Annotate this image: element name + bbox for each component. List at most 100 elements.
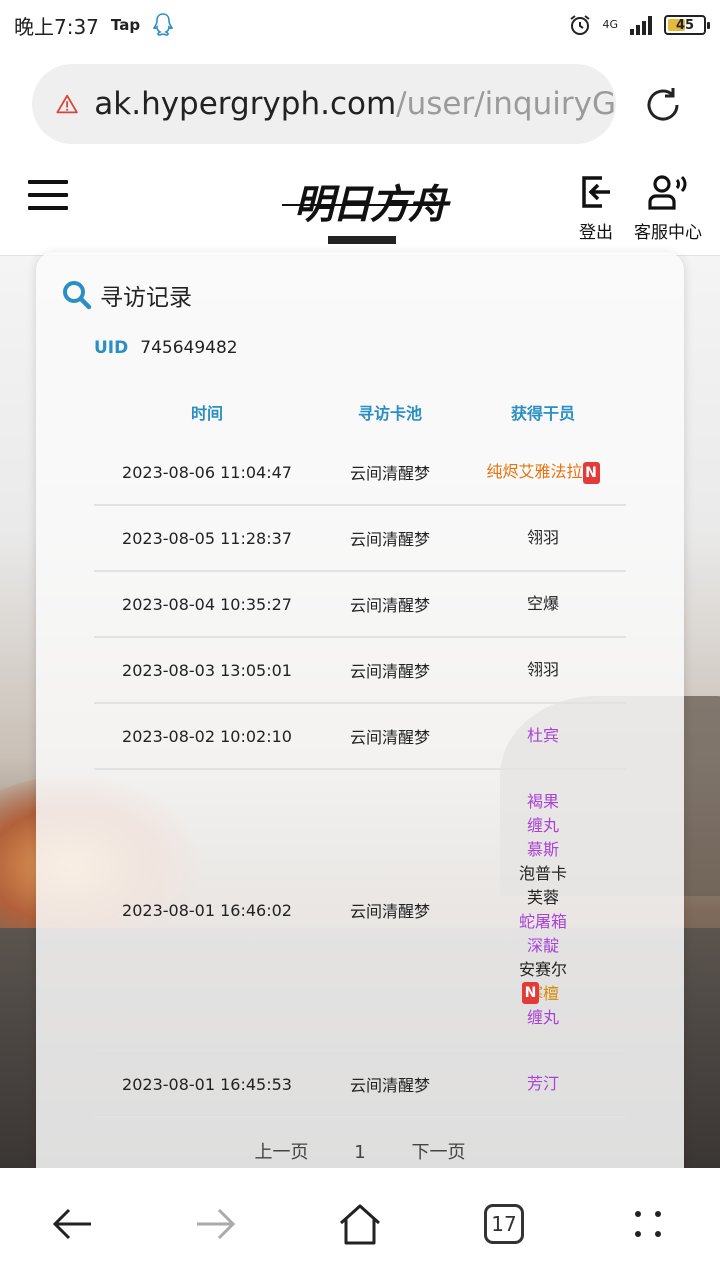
- new-badge: N: [522, 982, 539, 1004]
- home-button[interactable]: [334, 1198, 386, 1250]
- uid-label: UID: [94, 338, 129, 358]
- operator-entry: 杜宾: [527, 724, 559, 748]
- service-center-button[interactable]: 客服中心: [630, 172, 706, 243]
- logo-bar: [328, 236, 396, 244]
- back-button[interactable]: [46, 1198, 98, 1250]
- status-time: 晚上7:37: [14, 14, 99, 39]
- card-title: 寻访记录: [62, 278, 192, 312]
- site-header: 明日方舟 登出 客服中心: [0, 158, 720, 256]
- logout-label: 登出: [579, 223, 613, 243]
- operator-name: 褐果: [526, 792, 559, 811]
- battery-indicator: 45: [664, 15, 710, 35]
- record-pool: 云间清醒梦: [349, 662, 430, 681]
- prev-page-button[interactable]: 上一页: [255, 1142, 309, 1163]
- more-icon: [635, 1211, 661, 1237]
- operator-entry: 翎羽: [527, 526, 559, 550]
- gacha-record-card: 寻访记录 UID 745649482 时间 寻访卡池 获得干员 2023-08-…: [36, 252, 684, 1192]
- logout-icon: [582, 176, 610, 208]
- site-logo[interactable]: 明日方舟: [282, 170, 448, 248]
- operator-entry: 芙蓉: [527, 886, 559, 910]
- record-time: 2023-08-05 11:28:37: [122, 528, 292, 548]
- table-row: 2023-08-03 13:05:01 云间清醒梦 翎羽: [94, 638, 626, 704]
- signal-icon: [630, 16, 652, 35]
- home-icon: [339, 1204, 381, 1245]
- operator-entry: 褐果: [527, 790, 559, 814]
- warning-icon[interactable]: [56, 89, 78, 119]
- alarm-icon: [570, 15, 591, 35]
- operator-entry: 深靛: [527, 934, 559, 958]
- column-time: 时间: [190, 404, 223, 423]
- network-type: 4G: [602, 18, 618, 31]
- record-operators: 空爆: [460, 572, 626, 636]
- operator-entry: 寒檀 N: [522, 982, 559, 1006]
- record-time: 2023-08-03 13:05:01: [122, 660, 292, 680]
- uid-value: 745649482: [140, 338, 238, 358]
- back-icon: [52, 1208, 91, 1240]
- record-time: 2023-08-06 11:04:47: [122, 462, 292, 482]
- column-pool: 寻访卡池: [357, 404, 422, 423]
- more-button[interactable]: [622, 1198, 674, 1250]
- reload-icon[interactable]: [642, 84, 684, 126]
- battery-level: 45: [675, 17, 695, 33]
- operator-name: 芙蓉: [526, 888, 559, 907]
- column-operator: 获得干员: [510, 404, 575, 423]
- url-host: ak.hypergryph.com: [94, 86, 397, 122]
- operator-name: 蛇屠箱: [518, 912, 567, 931]
- operator-name: 杜宾: [526, 726, 559, 745]
- record-table: 2023-08-06 11:04:47 云间清醒梦 纯烬艾雅法拉 N 2023-08-0…: [94, 440, 626, 1118]
- menu-icon[interactable]: [28, 180, 68, 214]
- operator-name: 慕斯: [526, 840, 559, 859]
- record-time: 2023-08-01 16:46:02: [122, 900, 292, 920]
- operator-name: 翎羽: [526, 528, 559, 547]
- operator-entry: 安赛尔: [519, 958, 567, 982]
- table-row: 2023-08-05 11:28:37 云间清醒梦 翎羽: [94, 506, 626, 572]
- tabs-button[interactable]: 17: [478, 1198, 530, 1250]
- browser-toolbar: ak.hypergryph.com/user/inquiryG: [0, 50, 720, 158]
- search-icon: [63, 281, 92, 310]
- table-row: 2023-08-01 16:45:53 云间清醒梦 芳汀: [94, 1052, 626, 1118]
- record-operators: 芳汀: [460, 1052, 626, 1116]
- service-icon: [648, 175, 687, 210]
- operator-entry: 缠丸: [527, 1006, 559, 1030]
- operator-entry: 蛇屠箱: [519, 910, 567, 934]
- record-pool: 云间清醒梦: [349, 596, 430, 615]
- status-bar: 晚上7:37 Tap 4G 45: [0, 0, 720, 50]
- table-row: 2023-08-06 11:04:47 云间清醒梦 纯烬艾雅法拉 N: [94, 440, 626, 506]
- logout-button[interactable]: 登出: [572, 172, 620, 243]
- table-row: 2023-08-01 16:46:02 云间清醒梦 褐果 缠丸 慕斯 泡普卡 芙蓉 蛇屠箱 深靛…: [94, 770, 626, 1052]
- record-pool: 云间清醒梦: [349, 1076, 430, 1095]
- record-operators: 褐果 缠丸 慕斯 泡普卡 芙蓉 蛇屠箱 深靛 安赛尔 寒檀 N 缠丸: [460, 770, 626, 1050]
- operator-name: 缠丸: [526, 816, 559, 835]
- uid-row: UID 745649482: [94, 338, 238, 358]
- qq-icon: [153, 13, 174, 36]
- tabs-icon: 17: [484, 1204, 524, 1244]
- table-row: 2023-08-04 10:35:27 云间清醒梦 空爆: [94, 572, 626, 638]
- operator-name: 纯烬艾雅法拉: [486, 462, 583, 481]
- record-pool: 云间清醒梦: [349, 728, 430, 747]
- record-operators: 翎羽: [460, 506, 626, 570]
- operator-name: 翎羽: [526, 660, 559, 679]
- pagination: 上一页 1 下一页: [36, 1138, 684, 1164]
- record-pool: 云间清醒梦: [349, 530, 430, 549]
- record-time: 2023-08-01 16:45:53: [122, 1074, 292, 1094]
- operator-entry: 纯烬艾雅法拉 N: [486, 460, 600, 484]
- record-pool: 云间清醒梦: [349, 902, 430, 921]
- operator-entry: 泡普卡: [519, 862, 567, 886]
- record-time: 2023-08-02 10:02:10: [122, 726, 292, 746]
- operator-entry: 芳汀: [527, 1072, 559, 1096]
- forward-button[interactable]: [190, 1198, 242, 1250]
- next-page-button[interactable]: 下一页: [411, 1142, 465, 1163]
- new-badge: N: [582, 461, 600, 484]
- status-app-label: Tap: [110, 16, 141, 34]
- record-pool: 云间清醒梦: [349, 464, 430, 483]
- table-header: 时间 寻访卡池 获得干员: [94, 400, 626, 424]
- url-text[interactable]: ak.hypergryph.com/user/inquiryG: [94, 86, 616, 122]
- operator-entry: 慕斯: [527, 838, 559, 862]
- record-operators: 纯烬艾雅法拉 N: [460, 440, 626, 504]
- operator-entry: 空爆: [527, 592, 559, 616]
- table-row: 2023-08-02 10:02:10 云间清醒梦 杜宾: [94, 704, 626, 770]
- record-operators: 翎羽: [460, 638, 626, 702]
- address-bar[interactable]: ak.hypergryph.com/user/inquiryG: [32, 64, 616, 144]
- current-page: 1: [354, 1142, 366, 1163]
- service-label: 客服中心: [634, 223, 702, 243]
